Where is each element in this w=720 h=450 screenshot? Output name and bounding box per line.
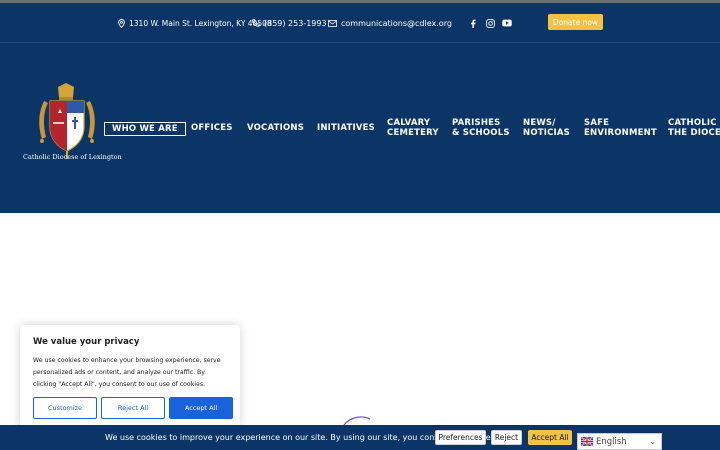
- cookie-card-text: We use cookies to enhance your browsing …: [33, 357, 221, 388]
- nav-safe-line1: SAFE: [584, 118, 610, 128]
- page: 1310 W. Main St. Lexington, KY 40508 (85…: [0, 0, 720, 450]
- phone-icon: [252, 19, 260, 27]
- address-text: 1310 W. Main St. Lexington, KY 40508: [129, 18, 272, 28]
- nav-safe-line2: ENVIRONMENT: [584, 128, 657, 138]
- instagram-link[interactable]: [486, 3, 495, 43]
- nav-catholic-line2: THE DIOCES: [668, 128, 720, 138]
- nav-initiatives[interactable]: INITIATIVES: [317, 123, 375, 133]
- nav-calvary-line1: CALVARY: [387, 118, 431, 128]
- location-pin-icon: [118, 18, 125, 28]
- customize-button[interactable]: Customize: [33, 397, 97, 419]
- language-select[interactable]: English ⌄: [577, 433, 662, 450]
- phone-text: (859) 253-1993: [264, 18, 327, 28]
- contact-bar: 1310 W. Main St. Lexington, KY 40508 (85…: [0, 3, 720, 43]
- instagram-icon: [486, 18, 495, 28]
- accept-all-button[interactable]: Accept All: [169, 397, 233, 419]
- cookie-card-title: We value your privacy: [33, 337, 140, 347]
- nav-parishes-line1: PARISHES: [452, 118, 501, 128]
- facebook-link[interactable]: [470, 3, 476, 43]
- email-text: communications@cdlex.org: [341, 18, 452, 28]
- nav-news-line2: NOTICIAS: [523, 128, 571, 138]
- nav-parishes-line2: & SCHOOLS: [452, 128, 510, 138]
- preferences-button[interactable]: Preferences: [435, 430, 486, 445]
- cookie-card-actions: Customize Reject All Accept All: [33, 397, 233, 419]
- nav-news-line1: NEWS/: [523, 118, 556, 128]
- accept-all-bar-button[interactable]: Accept All: [528, 430, 572, 445]
- language-label: English: [596, 436, 627, 447]
- address-link[interactable]: 1310 W. Main St. Lexington, KY 40508: [118, 3, 272, 43]
- youtube-icon: [502, 19, 512, 27]
- main-header: Catholic Diocese of Lexington WHO WE ARE…: [0, 43, 720, 213]
- nav-catholic-charities[interactable]: CATHOLIC C THE DIOCES: [668, 118, 720, 138]
- donate-button[interactable]: Donate now: [548, 14, 603, 30]
- nav-parishes-schools[interactable]: PARISHES & SCHOOLS: [452, 118, 510, 138]
- cookie-consent-card: We value your privacy We use cookies to …: [20, 325, 240, 429]
- nav-news-noticias[interactable]: NEWS/ NOTICIAS: [523, 118, 570, 138]
- nav-safe-environment[interactable]: SAFE ENVIRONMENT: [584, 118, 657, 138]
- phone-link[interactable]: (859) 253-1993: [252, 3, 327, 43]
- nav-vocations[interactable]: VOCATIONS: [247, 123, 304, 133]
- chevron-down-icon: ⌄: [649, 437, 656, 446]
- envelope-icon: [328, 19, 337, 27]
- reject-button[interactable]: Reject: [491, 430, 522, 445]
- nav-catholic-line1: CATHOLIC C: [668, 118, 720, 128]
- logo-caption: Catholic Diocese of Lexington: [23, 153, 122, 161]
- email-link[interactable]: communications@cdlex.org: [328, 3, 452, 43]
- nav-calvary-cemetery[interactable]: CALVARY CEMETERY: [387, 118, 439, 138]
- nav-calvary-line2: CEMETERY: [387, 128, 439, 138]
- nav-who-we-are[interactable]: WHO WE ARE: [104, 122, 186, 136]
- nav-offices[interactable]: OFFICES: [191, 123, 233, 133]
- youtube-link[interactable]: [502, 3, 512, 43]
- reject-all-button[interactable]: Reject All: [101, 397, 165, 419]
- facebook-icon: [471, 19, 476, 28]
- uk-flag-icon: [581, 437, 593, 446]
